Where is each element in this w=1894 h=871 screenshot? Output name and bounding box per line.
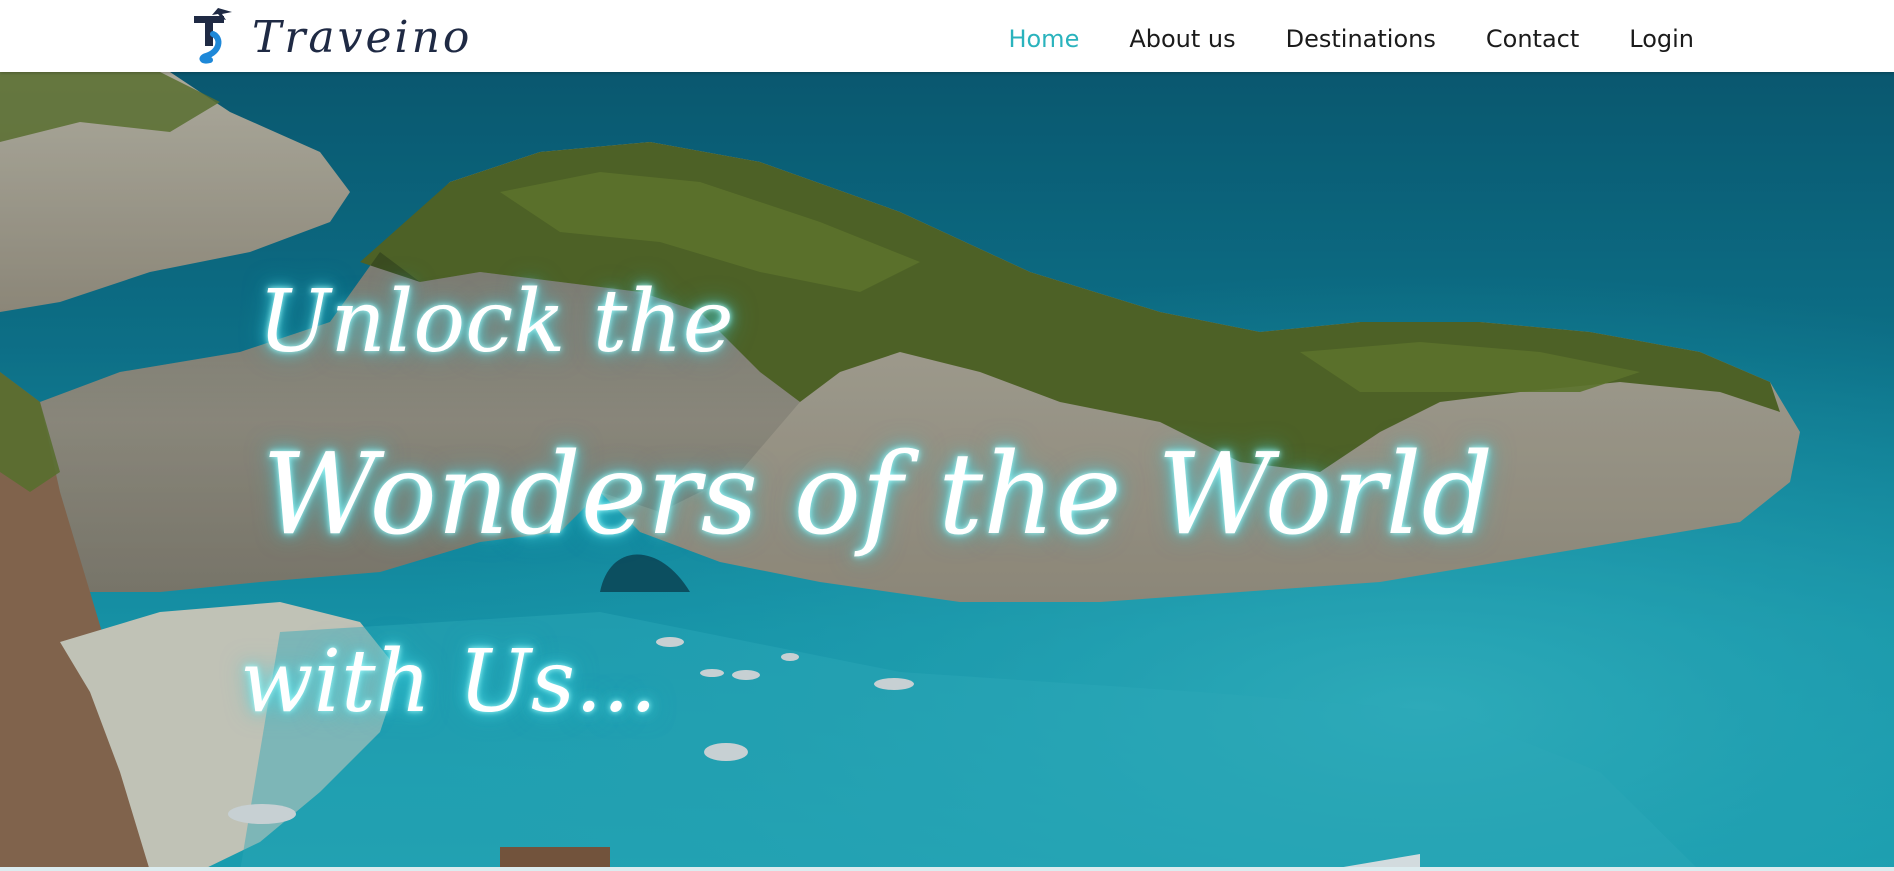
brand-name: Traveino <box>252 12 473 63</box>
hero-headline-line-1: Unlock the <box>258 272 734 372</box>
nav-contact[interactable]: Contact <box>1486 25 1579 53</box>
hero-headline-line-3: with Us... <box>240 632 658 732</box>
plane-t-logo-icon <box>194 8 232 64</box>
hero-headline-line-2: Wonders of the World <box>262 430 1494 560</box>
hero-banner: Unlock the Wonders of the World with Us.… <box>0 72 1894 871</box>
brand[interactable]: Traveino <box>192 4 472 66</box>
nav-destinations[interactable]: Destinations <box>1286 25 1436 53</box>
main-nav: Home About us Destinations Contact Login <box>1008 0 1694 78</box>
nav-home[interactable]: Home <box>1008 25 1079 53</box>
nav-login[interactable]: Login <box>1629 25 1694 53</box>
bottom-divider <box>0 867 1894 871</box>
top-navbar: Traveino Home About us Destinations Cont… <box>0 0 1894 72</box>
nav-about-us[interactable]: About us <box>1129 25 1235 53</box>
